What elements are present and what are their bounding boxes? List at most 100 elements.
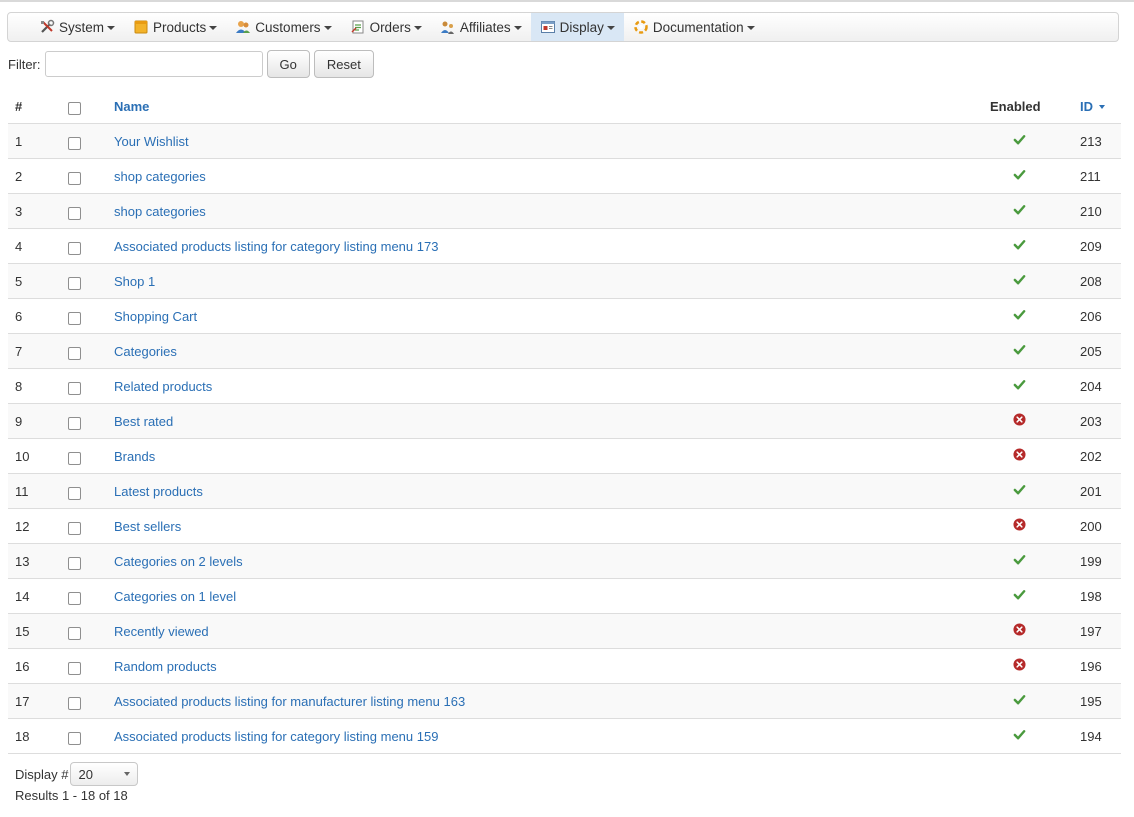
module-name-link[interactable]: Best rated [114, 414, 173, 429]
table-row: 5 Shop 1 208 [8, 263, 1121, 299]
row-checkbox[interactable] [68, 731, 81, 745]
row-checkbox[interactable] [68, 591, 81, 605]
table-body: 1 Your Wishlist 213 2 shop categories 211 3 sho… [8, 123, 1121, 754]
row-checkbox[interactable] [68, 696, 81, 710]
row-number: 3 [8, 193, 62, 229]
menu-display[interactable]: Display [530, 13, 624, 41]
menu-documentation[interactable]: Documentation [624, 13, 764, 41]
enabled-check-icon[interactable] [1013, 134, 1026, 149]
row-number: 7 [8, 333, 62, 369]
menu-label: Products [153, 19, 207, 35]
module-name-link[interactable]: Categories on 2 levels [114, 554, 243, 569]
column-header-id[interactable]: ID [1080, 89, 1121, 124]
disabled-cross-icon[interactable] [1013, 518, 1026, 534]
enabled-check-icon[interactable] [1013, 729, 1026, 744]
module-name-link[interactable]: Associated products listing for category… [114, 729, 438, 744]
module-name-link[interactable]: Recently viewed [114, 624, 209, 639]
enabled-check-icon[interactable] [1013, 309, 1026, 324]
enabled-check-icon[interactable] [1013, 589, 1026, 604]
row-checkbox[interactable] [68, 381, 81, 395]
module-name-link[interactable]: Shopping Cart [114, 309, 197, 324]
menu-products[interactable]: Products [124, 13, 226, 41]
row-number: 6 [8, 298, 62, 334]
reset-button[interactable]: Reset [313, 50, 374, 78]
module-name-link[interactable]: Shop 1 [114, 274, 155, 289]
module-name-link[interactable]: Categories on 1 level [114, 589, 236, 604]
module-name-link[interactable]: Best sellers [114, 519, 181, 534]
module-name-link[interactable]: shop categories [114, 204, 206, 219]
row-id: 210 [1080, 193, 1121, 229]
modules-table: # Name Enabled ID 1 Your Wishlist 213 2 shop… [8, 89, 1121, 754]
module-name-link[interactable]: Brands [114, 449, 155, 464]
sort-by-name-link[interactable]: Name [114, 99, 149, 114]
menu-affiliates[interactable]: Affiliates [431, 13, 531, 41]
row-checkbox[interactable] [68, 346, 81, 360]
row-checkbox[interactable] [68, 136, 81, 150]
row-name-cell: Categories [114, 333, 990, 369]
box-icon [133, 19, 149, 35]
enabled-check-icon[interactable] [1013, 204, 1026, 219]
row-name-cell: Associated products listing for category… [114, 228, 990, 264]
row-checkbox[interactable] [68, 171, 81, 185]
check-all-checkbox[interactable] [68, 101, 81, 115]
row-number: 17 [8, 683, 62, 719]
module-name-link[interactable]: Latest products [114, 484, 203, 499]
row-checkbox[interactable] [68, 416, 81, 430]
row-checkbox[interactable] [68, 626, 81, 640]
caret-down-icon [107, 26, 116, 30]
enabled-check-icon[interactable] [1013, 169, 1026, 184]
row-name-cell: Best sellers [114, 508, 990, 544]
enabled-check-icon[interactable] [1013, 484, 1026, 499]
module-name-link[interactable]: Your Wishlist [114, 134, 189, 149]
row-number: 12 [8, 508, 62, 544]
enabled-check-icon[interactable] [1013, 554, 1026, 569]
module-name-link[interactable]: Associated products listing for category… [114, 239, 438, 254]
go-button[interactable]: Go [266, 50, 310, 78]
module-name-link[interactable]: Categories [114, 344, 177, 359]
row-name-cell: Shopping Cart [114, 298, 990, 334]
row-enabled-cell [990, 578, 1080, 614]
enabled-check-icon[interactable] [1013, 239, 1026, 254]
sort-by-id-link[interactable]: ID [1080, 99, 1093, 114]
enabled-check-icon[interactable] [1013, 379, 1026, 394]
row-checkbox[interactable] [68, 661, 81, 675]
enabled-check-icon[interactable] [1013, 344, 1026, 359]
table-row: 6 Shopping Cart 206 [8, 298, 1121, 334]
column-header-check-all [62, 89, 114, 124]
row-id: 197 [1080, 613, 1121, 649]
row-checkbox[interactable] [68, 276, 81, 290]
filter-label: Filter: [8, 56, 41, 72]
table-header-row: # Name Enabled ID [8, 89, 1121, 124]
disabled-cross-icon[interactable] [1013, 448, 1026, 464]
table-row: 7 Categories 205 [8, 333, 1121, 369]
row-checkbox[interactable] [68, 241, 81, 255]
column-header-name[interactable]: Name [114, 89, 990, 124]
disabled-cross-icon[interactable] [1013, 658, 1026, 674]
module-name-link[interactable]: Related products [114, 379, 212, 394]
row-checkbox[interactable] [68, 311, 81, 325]
filter-input[interactable] [44, 51, 263, 77]
module-name-link[interactable]: shop categories [114, 169, 206, 184]
module-name-link[interactable]: Random products [114, 659, 217, 674]
row-checkbox[interactable] [68, 556, 81, 570]
disabled-cross-icon[interactable] [1013, 413, 1026, 429]
row-enabled-cell [990, 473, 1080, 509]
row-enabled-cell [990, 403, 1080, 439]
display-limit-select[interactable]: 20 [70, 762, 139, 786]
row-checkbox[interactable] [68, 521, 81, 535]
row-checkbox[interactable] [68, 206, 81, 220]
row-checkbox[interactable] [68, 486, 81, 500]
row-id: 196 [1080, 648, 1121, 684]
row-checkbox[interactable] [68, 451, 81, 465]
enabled-check-icon[interactable] [1013, 274, 1026, 289]
enabled-check-icon[interactable] [1013, 694, 1026, 709]
row-name-cell: shop categories [114, 158, 990, 194]
menu-orders[interactable]: Orders [341, 13, 431, 41]
menu-customers[interactable]: Customers [226, 13, 340, 41]
row-id: 213 [1080, 123, 1121, 159]
row-name-cell: shop categories [114, 193, 990, 229]
module-name-link[interactable]: Associated products listing for manufact… [114, 694, 465, 709]
row-name-cell: Best rated [114, 403, 990, 439]
disabled-cross-icon[interactable] [1013, 623, 1026, 639]
menu-system[interactable]: System [30, 13, 124, 41]
